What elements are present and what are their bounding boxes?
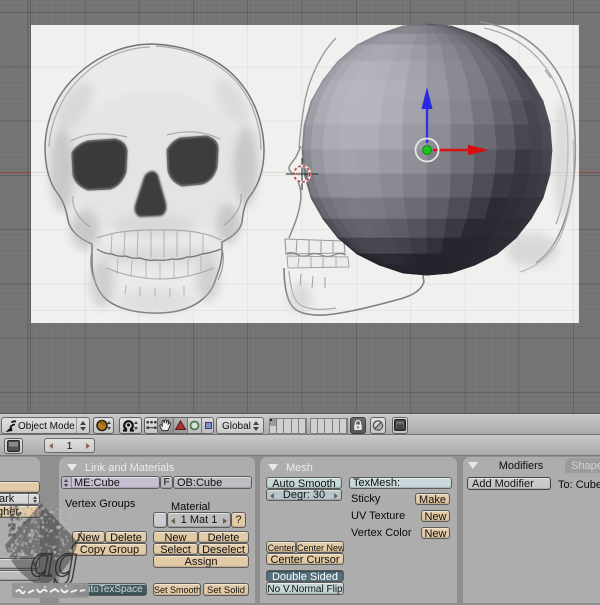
svg-text:ag: ag	[30, 534, 78, 587]
